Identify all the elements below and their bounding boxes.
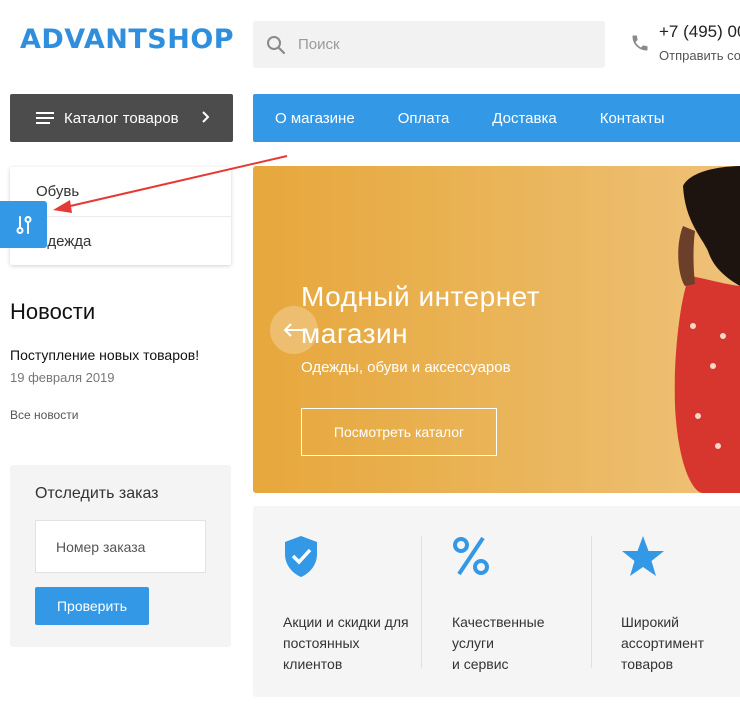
news-item-title[interactable]: Поступление новых товаров! <box>10 347 199 363</box>
search-input[interactable] <box>296 35 576 54</box>
track-order-title: Отследить заказ <box>35 485 159 502</box>
catalog-button-label: Каталог товаров <box>64 109 179 127</box>
nav-item-payment[interactable]: Оплата <box>398 110 450 127</box>
order-number-input[interactable] <box>35 520 206 573</box>
feature-service: Качественные услуги и сервис <box>452 534 545 675</box>
feature-line: постоянных <box>283 635 360 651</box>
feature-line: и сервис <box>452 656 509 672</box>
phone-icon <box>632 35 648 51</box>
feature-line: ассортимент <box>621 635 704 651</box>
chevron-right-icon <box>202 111 210 123</box>
news-heading: Новости <box>10 299 96 324</box>
banner-subtitle: Одежды, обуви и аксессуаров <box>301 359 511 376</box>
filter-toggle-button[interactable] <box>0 201 47 248</box>
feature-line: товаров <box>621 656 674 672</box>
sliders-icon <box>16 215 31 234</box>
logo[interactable]: ADVANTSHOP <box>20 24 234 55</box>
banner-title: Модный интернет магазин <box>301 281 541 349</box>
menu-icon <box>36 112 54 124</box>
track-order-panel: Отследить заказ Проверить <box>10 465 231 647</box>
all-news-link[interactable]: Все новости <box>10 408 78 422</box>
hero-banner: Модный интернет магазин Одежды, обуви и … <box>253 166 740 493</box>
view-catalog-button[interactable]: Посмотреть каталог <box>301 408 497 456</box>
check-order-button[interactable]: Проверить <box>35 587 149 625</box>
catalog-button[interactable]: Каталог товаров <box>10 94 233 142</box>
divider <box>591 536 592 668</box>
phone-number[interactable]: +7 (495) 00 <box>659 22 740 42</box>
features-panel: Акции и скидки для постоянных клиентов К… <box>253 506 740 697</box>
search-icon <box>267 35 286 54</box>
feature-line: Широкий <box>621 614 679 630</box>
feature-line: клиентов <box>283 656 343 672</box>
feature-line: услуги <box>452 635 494 651</box>
main-nav: О магазине Оплата Доставка Контакты <box>253 94 740 142</box>
nav-item-delivery[interactable]: Доставка <box>492 110 556 127</box>
nav-item-about[interactable]: О магазине <box>275 110 355 127</box>
feature-assortment: Широкий ассортимент товаров <box>621 534 704 675</box>
feature-discounts: Акции и скидки для постоянных клиентов <box>283 534 409 675</box>
feature-line: Акции и скидки для <box>283 614 409 630</box>
news-item-date: 19 февраля 2019 <box>10 370 115 385</box>
star-icon <box>622 536 664 576</box>
divider <box>421 536 422 668</box>
callback-link[interactable]: Отправить со <box>659 48 740 63</box>
model-photo <box>674 166 740 493</box>
search-box[interactable] <box>253 21 605 68</box>
percent-icon <box>453 536 489 576</box>
shield-check-icon <box>285 536 317 577</box>
feature-line: Качественные <box>452 614 545 630</box>
nav-item-contacts[interactable]: Контакты <box>600 110 665 127</box>
